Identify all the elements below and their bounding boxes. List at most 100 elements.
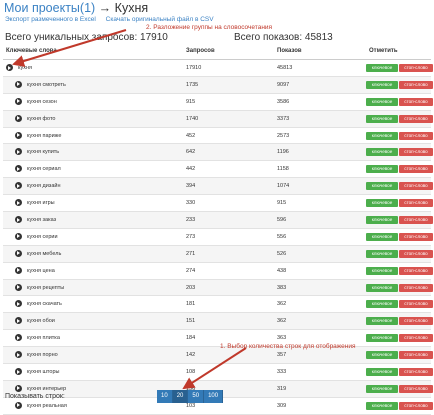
keyword-cell: кухня серии — [27, 233, 58, 240]
keyword-button[interactable]: ключевое — [366, 401, 398, 410]
queries-cell: 203 — [186, 284, 196, 291]
expand-icon[interactable] — [15, 199, 22, 207]
stop-word-button[interactable]: стоп-слово — [399, 334, 433, 343]
header-keywords[interactable]: Ключевые слова — [6, 48, 57, 54]
expand-icon[interactable] — [15, 216, 22, 224]
rows-option-50[interactable]: 50 — [188, 390, 205, 403]
keyword-button[interactable]: ключевое — [366, 80, 398, 89]
table-row: кухня цена 274 438 ключевое стоп-слово — [3, 263, 433, 280]
keyword-button[interactable]: ключевое — [366, 148, 398, 157]
table-row: кухня париже 452 2573 ключевое стоп-слово — [3, 128, 433, 145]
expand-icon[interactable] — [15, 351, 22, 359]
impressions-cell: 309 — [277, 402, 287, 409]
header-impressions[interactable]: Показов — [277, 48, 302, 54]
keyword-button[interactable]: ключевое — [366, 384, 398, 393]
stop-word-button[interactable]: стоп-слово — [399, 384, 433, 393]
expand-icon[interactable] — [15, 334, 22, 342]
keyword-button[interactable]: ключевое — [366, 368, 398, 377]
stop-word-button[interactable]: стоп-слово — [399, 114, 433, 123]
expand-icon[interactable] — [15, 97, 22, 105]
keyword-cell: кухня цена — [27, 267, 55, 274]
impressions-cell: 438 — [277, 267, 287, 274]
projects-link[interactable]: Мои проекты(1) — [4, 1, 95, 15]
stop-word-button[interactable]: стоп-слово — [399, 401, 433, 410]
keyword-button[interactable]: ключевое — [366, 114, 398, 123]
stop-word-button[interactable]: стоп-слово — [399, 216, 433, 225]
expand-icon[interactable] — [15, 80, 22, 88]
rows-option-20[interactable]: 20 — [172, 390, 189, 403]
keyword-button[interactable]: ключевое — [366, 300, 398, 309]
keyword-button[interactable]: ключевое — [366, 131, 398, 140]
expand-icon[interactable] — [15, 283, 22, 291]
stop-word-button[interactable]: стоп-слово — [399, 182, 433, 191]
stop-word-button[interactable]: стоп-слово — [399, 64, 433, 72]
stop-word-button[interactable]: стоп-слово — [399, 249, 433, 258]
expand-icon[interactable] — [15, 182, 22, 190]
expand-icon[interactable] — [15, 131, 22, 139]
keyword-button[interactable]: ключевое — [366, 182, 398, 191]
stop-word-button[interactable]: стоп-слово — [399, 131, 433, 140]
keyword-button[interactable]: ключевое — [366, 334, 398, 343]
keyword-cell: кухня дизайн — [27, 183, 61, 190]
queries-cell: 181 — [186, 301, 196, 308]
keyword-button[interactable]: ключевое — [366, 249, 398, 258]
table-row: кухня сериал 442 1158 ключевое стоп-слово — [3, 161, 433, 179]
keyword-cell: кухня фото — [27, 115, 56, 122]
keyword-button[interactable]: ключевое — [366, 199, 398, 208]
rows-option-100[interactable]: 100 — [204, 390, 224, 403]
expand-icon[interactable] — [15, 148, 22, 156]
stop-word-button[interactable]: стоп-слово — [399, 80, 433, 89]
stop-word-button[interactable]: стоп-слово — [399, 368, 433, 377]
stop-word-button[interactable]: стоп-слово — [399, 283, 433, 292]
rows-option-10[interactable]: 10 — [157, 390, 173, 403]
expand-icon[interactable] — [15, 401, 22, 409]
expand-icon[interactable] — [15, 165, 22, 173]
stop-word-button[interactable]: стоп-слово — [399, 351, 433, 360]
download-csv-link[interactable]: Скачать оригинальный файл в CSV — [106, 16, 214, 23]
impressions-cell: 915 — [277, 200, 287, 207]
keyword-button[interactable]: ключевое — [366, 351, 398, 360]
queries-cell: 233 — [186, 217, 196, 224]
stop-word-button[interactable]: стоп-слово — [399, 148, 433, 157]
queries-cell: 442 — [186, 166, 196, 173]
keyword-button[interactable]: ключевое — [366, 232, 398, 241]
keyword-button[interactable]: ключевое — [366, 64, 398, 72]
queries-cell: 184 — [186, 335, 196, 342]
keyword-button[interactable]: ключевое — [366, 216, 398, 225]
keyword-button[interactable]: ключевое — [366, 283, 398, 292]
queries-cell: 103 — [186, 402, 196, 409]
queries-cell: 271 — [186, 250, 196, 257]
expand-icon[interactable] — [15, 368, 22, 376]
keywords-table: кухня 17910 45813 ключевое стоп-слово кухня с… — [3, 60, 433, 415]
stop-word-button[interactable]: стоп-слово — [399, 266, 433, 275]
stop-word-button[interactable]: стоп-слово — [399, 165, 433, 174]
expand-icon[interactable] — [15, 384, 22, 392]
table-row: кухня 17910 45813 ключевое стоп-слово — [3, 60, 433, 77]
rows-per-page-label: Показывать строк: — [5, 393, 65, 400]
rows-per-page-selector: 10 20 50 100 — [157, 390, 224, 403]
header-queries[interactable]: Запросов — [186, 48, 215, 54]
keyword-button[interactable]: ключевое — [366, 165, 398, 174]
stop-word-button[interactable]: стоп-слово — [399, 199, 433, 208]
keyword-button[interactable]: ключевое — [366, 97, 398, 106]
impressions-cell: 556 — [277, 233, 287, 240]
keyword-button[interactable]: ключевое — [366, 266, 398, 275]
keyword-button[interactable]: ключевое — [366, 317, 398, 326]
expand-icon[interactable] — [15, 232, 22, 240]
expand-icon[interactable] — [15, 249, 22, 257]
export-excel-link[interactable]: Экспорт размеченного в Excel — [5, 16, 96, 23]
impressions-cell: 3373 — [277, 115, 290, 122]
stop-word-button[interactable]: стоп-слово — [399, 317, 433, 326]
expand-icon[interactable] — [15, 114, 22, 122]
annotation-grouping: 2. Разложение группы на словосочетания — [146, 24, 273, 31]
expand-icon[interactable] — [15, 300, 22, 308]
stop-word-button[interactable]: стоп-слово — [399, 232, 433, 241]
expand-icon[interactable] — [15, 317, 22, 325]
expand-icon[interactable] — [6, 64, 13, 71]
keyword-cell: кухня купить — [27, 149, 60, 156]
stop-word-button[interactable]: стоп-слово — [399, 300, 433, 309]
stop-word-button[interactable]: стоп-слово — [399, 97, 433, 106]
impressions-cell: 1196 — [277, 149, 289, 156]
expand-icon[interactable] — [15, 266, 22, 274]
queries-cell: 1735 — [186, 81, 199, 88]
